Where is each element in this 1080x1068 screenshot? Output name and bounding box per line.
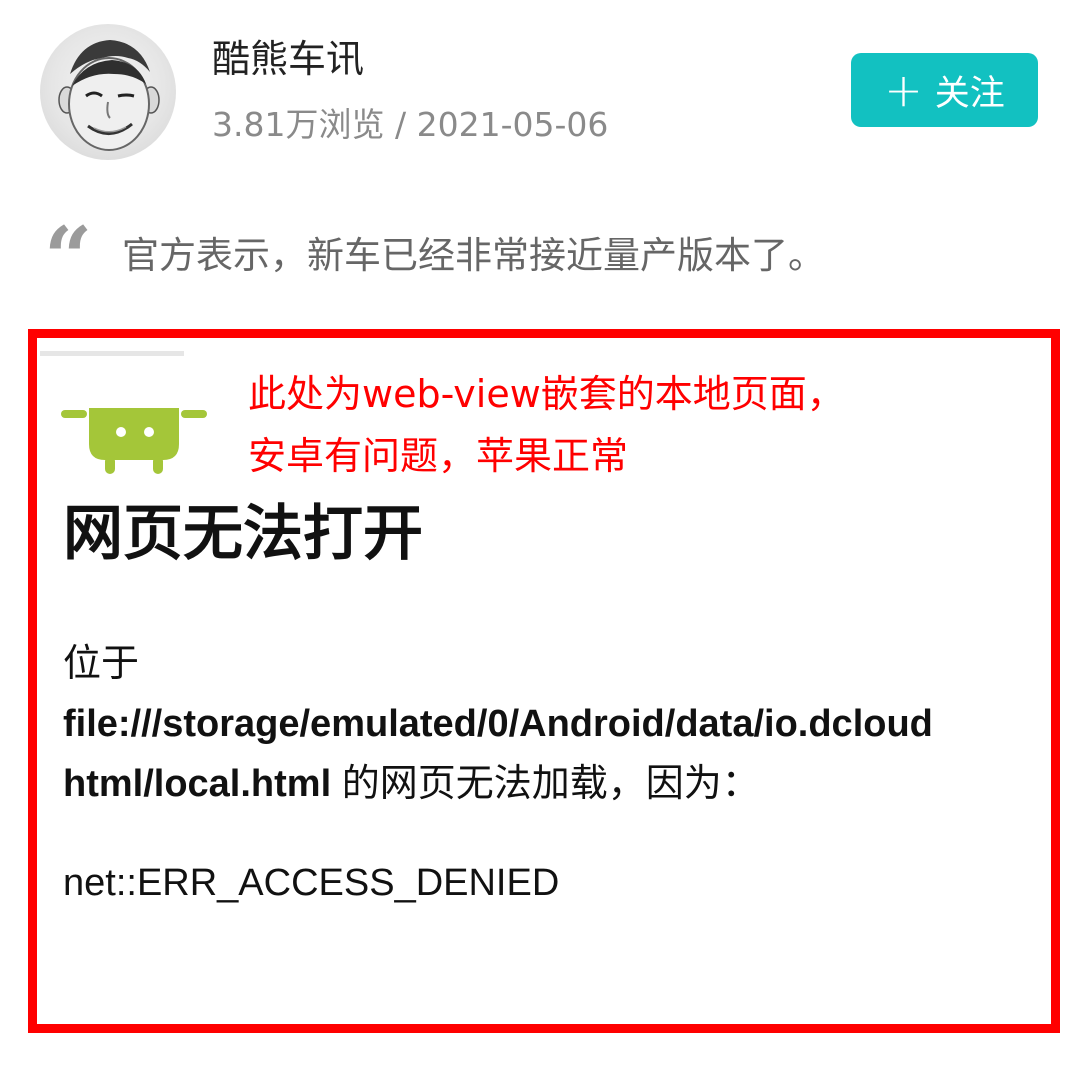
- author-name[interactable]: 酷熊车讯: [212, 34, 364, 84]
- error-suffix: 的网页无法加载，因为：: [331, 763, 760, 805]
- error-title: 网页无法打开: [63, 499, 423, 569]
- boy-face-icon: [58, 40, 160, 151]
- android-robot-icon: [61, 408, 207, 474]
- article-page: 酷熊车讯 3.81万浏览 / 2021-05-06 + 关注 “ 官方表示，新车…: [0, 0, 1080, 1068]
- meta-separator: /: [394, 105, 407, 144]
- webview-container[interactable]: 此处为web-view嵌套的本地页面， 安卓有问题，苹果正常 网页无法打开 位于…: [28, 329, 1060, 1033]
- follow-button-label: 关注: [934, 73, 1005, 114]
- error-prefix: 位于: [63, 643, 140, 685]
- webview-progress-bar: [40, 351, 184, 356]
- error-description: 位于 file:///storage/emulated/0/Android/da…: [63, 634, 1051, 814]
- quote-mark-icon: “: [44, 208, 92, 307]
- annotation-line-2: 安卓有问题，苹果正常: [248, 434, 629, 478]
- follow-button[interactable]: + 关注: [851, 53, 1038, 127]
- article-meta: 3.81万浏览 / 2021-05-06: [212, 102, 608, 148]
- plus-icon: +: [884, 63, 923, 117]
- author-avatar[interactable]: [40, 24, 176, 160]
- error-url-line-1: file:///storage/emulated/0/Android/data/…: [63, 703, 933, 745]
- annotation-note: 此处为web-view嵌套的本地页面， 安卓有问题，苹果正常: [248, 363, 845, 487]
- publish-date: 2021-05-06: [416, 105, 609, 144]
- article-summary: 官方表示，新车已经非常接近量产版本了。: [122, 234, 825, 277]
- error-url-line-2: html/local.html: [63, 763, 332, 805]
- error-code: net::ERR_ACCESS_DENIED: [63, 862, 560, 904]
- view-count: 3.81万浏览: [212, 105, 385, 144]
- annotation-line-1: 此处为web-view嵌套的本地页面，: [248, 372, 845, 416]
